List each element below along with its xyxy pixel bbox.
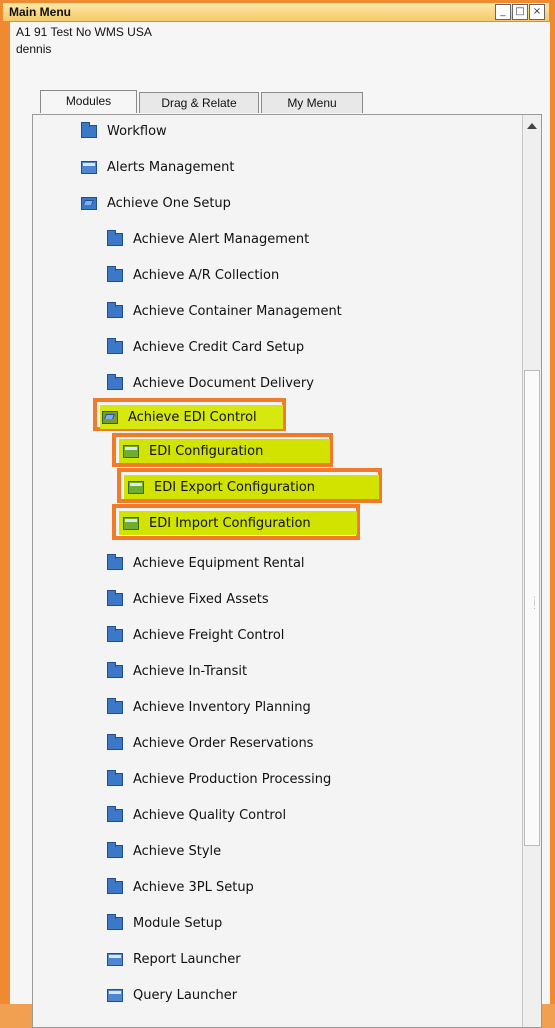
scroll-up-arrow-icon[interactable] bbox=[527, 123, 537, 129]
menu-item-achieve-inventory-planning[interactable]: Achieve Inventory Planning bbox=[107, 695, 311, 719]
folder-icon bbox=[81, 121, 97, 138]
company-name: A1 91 Test No WMS USA bbox=[16, 25, 152, 39]
folder-icon bbox=[107, 913, 123, 930]
menu-item-alerts-management[interactable]: Alerts Management bbox=[81, 155, 235, 179]
menu-item-achieve-3pl-setup[interactable]: Achieve 3PL Setup bbox=[107, 875, 254, 899]
menu-item-achieve-in-transit[interactable]: Achieve In-Transit bbox=[107, 659, 247, 683]
menu-item-workflow[interactable]: Workflow bbox=[81, 119, 167, 143]
main-menu-window: Main Menu _ □ × A1 91 Test No WMS USA de… bbox=[0, 0, 555, 1028]
folder-icon bbox=[107, 697, 123, 714]
tab-my-menu[interactable]: My Menu bbox=[261, 92, 363, 113]
menu-content: A1 91 Test No WMS USA dennis Modules Dra… bbox=[10, 22, 550, 1028]
menu-item-achieve-document-delivery[interactable]: Achieve Document Delivery bbox=[107, 371, 314, 395]
form-icon bbox=[81, 160, 97, 174]
menu-item-achieve-equipment-rental[interactable]: Achieve Equipment Rental bbox=[107, 551, 305, 575]
folder-icon bbox=[107, 589, 123, 606]
folder-icon bbox=[107, 625, 123, 642]
folder-icon bbox=[107, 337, 123, 354]
scrollbar-thumb[interactable]: ⋮ ⋮ bbox=[524, 370, 540, 846]
modules-tree: Workflow Alerts Management Achieve One S… bbox=[32, 114, 542, 1028]
menu-item-achieve-production-processing[interactable]: Achieve Production Processing bbox=[107, 767, 331, 791]
menu-item-achieve-order-reservations[interactable]: Achieve Order Reservations bbox=[107, 731, 313, 755]
folder-icon bbox=[107, 877, 123, 894]
menu-item-achieve-style[interactable]: Achieve Style bbox=[107, 839, 221, 863]
tab-strip: Modules Drag & Relate My Menu bbox=[40, 90, 365, 113]
window-controls: _ □ × bbox=[495, 4, 545, 20]
menu-item-report-launcher[interactable]: Report Launcher bbox=[107, 947, 241, 971]
menu-item-achieve-ar-collection[interactable]: Achieve A/R Collection bbox=[107, 263, 279, 287]
folder-icon bbox=[107, 373, 123, 390]
menu-item-achieve-edi-control[interactable]: Achieve EDI Control bbox=[100, 405, 283, 429]
menu-item-edi-import-configuration[interactable]: EDI Import Configuration bbox=[119, 511, 357, 535]
user-name: dennis bbox=[16, 42, 52, 56]
form-icon bbox=[107, 988, 123, 1002]
title-bar[interactable]: Main Menu _ □ × bbox=[3, 3, 549, 22]
form-icon bbox=[123, 444, 139, 458]
menu-item-achieve-alert-management[interactable]: Achieve Alert Management bbox=[107, 227, 309, 251]
menu-item-query-launcher[interactable]: Query Launcher bbox=[107, 983, 237, 1007]
maximize-icon[interactable]: □ bbox=[512, 4, 528, 20]
form-icon bbox=[107, 952, 123, 966]
folder-icon bbox=[107, 265, 123, 282]
folder-icon bbox=[107, 661, 123, 678]
menu-item-achieve-quality-control[interactable]: Achieve Quality Control bbox=[107, 803, 286, 827]
open-folder-icon bbox=[81, 196, 97, 210]
form-icon bbox=[123, 516, 139, 530]
folder-icon bbox=[107, 229, 123, 246]
folder-icon bbox=[107, 769, 123, 786]
menu-item-edi-export-configuration[interactable]: EDI Export Configuration bbox=[124, 475, 379, 499]
grip-icon: ⋮ ⋮ bbox=[530, 596, 539, 611]
tab-drag-relate[interactable]: Drag & Relate bbox=[139, 92, 259, 113]
tab-modules[interactable]: Modules bbox=[40, 90, 137, 113]
folder-icon bbox=[107, 841, 123, 858]
open-folder-icon bbox=[102, 410, 118, 424]
folder-icon bbox=[107, 805, 123, 822]
menu-item-edi-configuration[interactable]: EDI Configuration bbox=[119, 439, 330, 463]
form-icon bbox=[128, 480, 144, 494]
minimize-icon[interactable]: _ bbox=[495, 4, 511, 20]
menu-item-achieve-fixed-assets[interactable]: Achieve Fixed Assets bbox=[107, 587, 269, 611]
menu-item-achieve-one-setup[interactable]: Achieve One Setup bbox=[81, 191, 231, 215]
folder-icon bbox=[107, 733, 123, 750]
menu-item-achieve-container-management[interactable]: Achieve Container Management bbox=[107, 299, 342, 323]
folder-icon bbox=[107, 301, 123, 318]
folder-icon bbox=[107, 553, 123, 570]
menu-item-achieve-credit-card-setup[interactable]: Achieve Credit Card Setup bbox=[107, 335, 304, 359]
menu-item-achieve-freight-control[interactable]: Achieve Freight Control bbox=[107, 623, 284, 647]
window-title: Main Menu bbox=[9, 5, 71, 19]
close-icon[interactable]: × bbox=[529, 4, 545, 20]
vertical-scrollbar[interactable]: ⋮ ⋮ bbox=[522, 115, 541, 1027]
menu-item-module-setup[interactable]: Module Setup bbox=[107, 911, 222, 935]
